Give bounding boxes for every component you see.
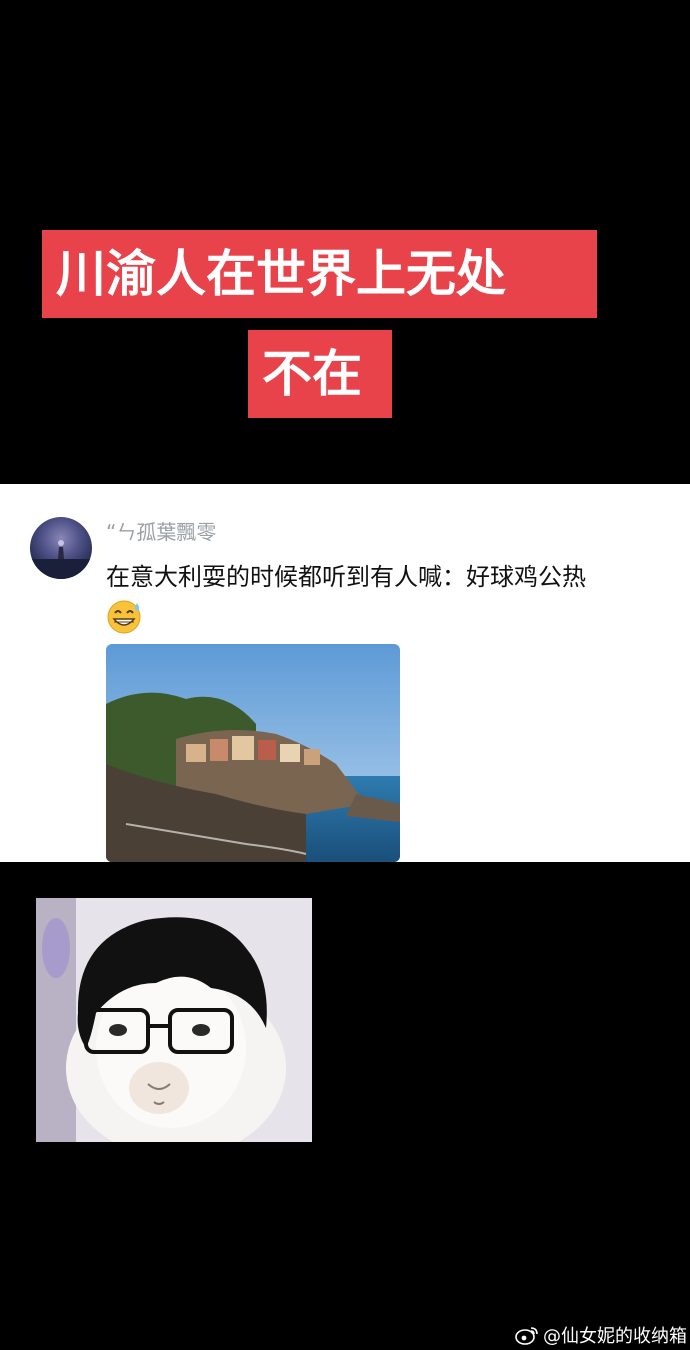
weibo-icon — [515, 1325, 539, 1350]
title-line-1: 川渝人在世界上无处 — [42, 230, 597, 318]
coastal-village-photo[interactable] — [106, 644, 400, 862]
grinning-sweat-emoji-icon — [106, 598, 144, 634]
avatar[interactable] — [30, 517, 92, 579]
watermark-text: @仙女妮的收纳箱 — [543, 1326, 687, 1347]
sheep-meme-image[interactable] — [36, 898, 312, 1142]
title-line-2: 不在 — [248, 330, 392, 418]
username[interactable]: “ㄣ孤葉飄零 — [106, 516, 216, 545]
watermark: @仙女妮的收纳箱 — [515, 1322, 687, 1350]
comment-text: 在意大利耍的时候都听到有人喊：好球鸡公热 — [106, 563, 586, 591]
